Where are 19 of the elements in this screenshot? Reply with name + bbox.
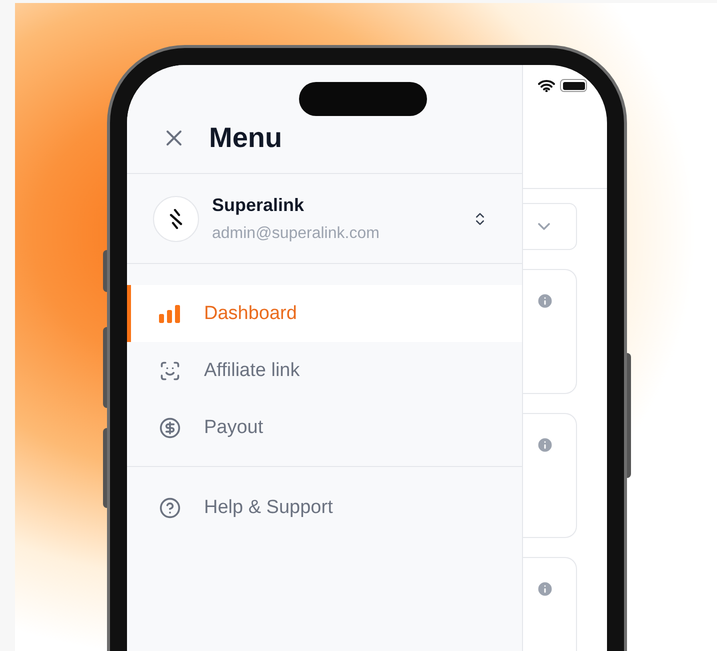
- account-name: Superalink: [212, 194, 306, 216]
- nav-item[interactable]: Help & Support: [127, 479, 522, 536]
- bar-chart-icon: [159, 304, 181, 322]
- info-icon: [536, 436, 554, 454]
- nav-item[interactable]: Payout: [127, 399, 522, 456]
- wifi-icon: [538, 79, 555, 92]
- dropdown-field[interactable]: [523, 202, 577, 250]
- help-icon: [159, 496, 181, 518]
- info-icon: [536, 292, 554, 310]
- info-icon: [536, 580, 554, 598]
- menu-title: Menu: [209, 121, 282, 155]
- battery-icon: [560, 79, 587, 92]
- dollar-icon: [159, 416, 181, 438]
- account-email: admin@superalink.com: [212, 224, 380, 244]
- nav-item[interactable]: Dashboard: [127, 285, 522, 342]
- logo-icon: [168, 208, 184, 228]
- nav-item[interactable]: Affiliate link: [127, 342, 522, 399]
- scan-face-icon: [159, 360, 181, 382]
- chevron-down-icon: [538, 222, 550, 230]
